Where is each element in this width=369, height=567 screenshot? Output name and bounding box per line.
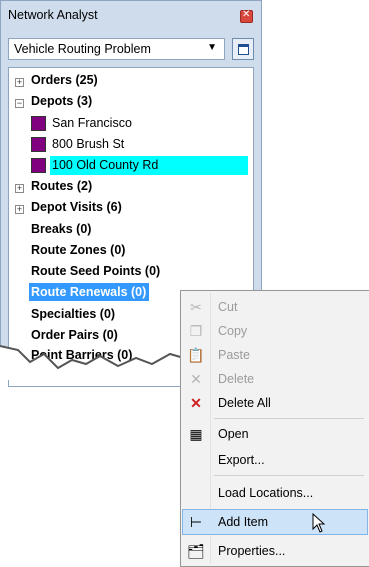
tree-node-route-renewals[interactable]: Route Renewals (0) (29, 283, 150, 301)
expand-icon[interactable]: + (15, 184, 24, 193)
menu-item-label: Delete All (218, 396, 271, 410)
menu-separator (214, 475, 364, 476)
menu-item-copy[interactable]: ❐ Copy (181, 319, 369, 343)
table-icon: ▦ (189, 426, 203, 442)
add-item-icon: ⊢ (189, 514, 203, 530)
menu-item-label: Cut (218, 300, 238, 314)
copy-icon: ❐ (189, 323, 203, 339)
tree-node-route-seed-points[interactable]: Route Seed Points (0) (31, 264, 160, 278)
menu-item-label: Properties... (218, 544, 286, 558)
paste-icon: 📋 (187, 347, 205, 363)
menu-item-delete-all[interactable]: ✕ Delete All (181, 391, 369, 415)
analysis-layer-value: Vehicle Routing Problem (14, 42, 151, 56)
menu-item-export[interactable]: Export... (181, 448, 369, 472)
menu-item-label: Add Item (218, 515, 269, 529)
depot-item-highlighted[interactable]: 100 Old County Rd (50, 156, 248, 175)
depot-item[interactable]: San Francisco (52, 116, 132, 130)
chevron-down-icon: ▼ (207, 42, 217, 53)
menu-item-paste[interactable]: 📋 Paste (181, 343, 369, 367)
menu-item-label: Load Locations... (218, 486, 314, 500)
tree-node-depot-visits[interactable]: Depot Visits (6) (31, 200, 122, 214)
delete-all-icon: ✕ (190, 395, 202, 411)
menu-separator (214, 418, 364, 419)
tree-node-orders[interactable]: Orders (25) (31, 73, 98, 87)
menu-item-load-locations[interactable]: Load Locations... (181, 481, 369, 505)
window-title: Network Analyst (8, 8, 98, 22)
tree-node-breaks[interactable]: Breaks (0) (31, 222, 91, 236)
menu-item-label: Delete (218, 372, 255, 386)
properties-icon: 🗂 (187, 543, 205, 559)
menu-item-open[interactable]: ▦ Open (181, 422, 369, 446)
scissors-icon: ✂ (190, 299, 202, 315)
tree-node-specialties[interactable]: Specialties (0) (31, 307, 115, 321)
close-icon[interactable] (240, 9, 253, 23)
depot-symbol-icon (31, 137, 46, 152)
window-titlebar: Network Analyst (1, 1, 261, 27)
menu-item-properties[interactable]: 🗂 Properties... (181, 539, 369, 563)
menu-item-delete[interactable]: ✕ Delete (181, 367, 369, 391)
depot-symbol-icon (31, 116, 46, 131)
tree-node-routes[interactable]: Routes (2) (31, 179, 92, 193)
menu-item-label: Export... (218, 453, 265, 467)
depot-item[interactable]: 800 Brush St (52, 137, 124, 151)
depot-symbol-icon (31, 158, 46, 173)
tree-node-route-zones[interactable]: Route Zones (0) (31, 243, 125, 257)
expand-icon[interactable]: + (15, 78, 24, 87)
menu-item-cut[interactable]: ✂ Cut (181, 295, 369, 319)
context-menu: ✂ Cut ❐ Copy 📋 Paste ✕ Delete ✕ Delete A… (180, 290, 369, 567)
layer-properties-button[interactable] (232, 38, 254, 60)
menu-item-label: Paste (218, 348, 250, 362)
mouse-cursor-icon (312, 513, 326, 533)
analysis-layer-dropdown[interactable]: Vehicle Routing Problem ▼ (8, 38, 225, 60)
expand-icon[interactable]: + (15, 205, 24, 214)
menu-item-add-item[interactable]: ⊢ Add Item (182, 509, 368, 535)
collapse-icon[interactable]: − (15, 99, 24, 108)
tree-node-depots[interactable]: Depots (3) (31, 94, 92, 108)
menu-item-label: Open (218, 427, 249, 441)
delete-x-icon: ✕ (190, 371, 202, 387)
menu-item-label: Copy (218, 324, 248, 338)
